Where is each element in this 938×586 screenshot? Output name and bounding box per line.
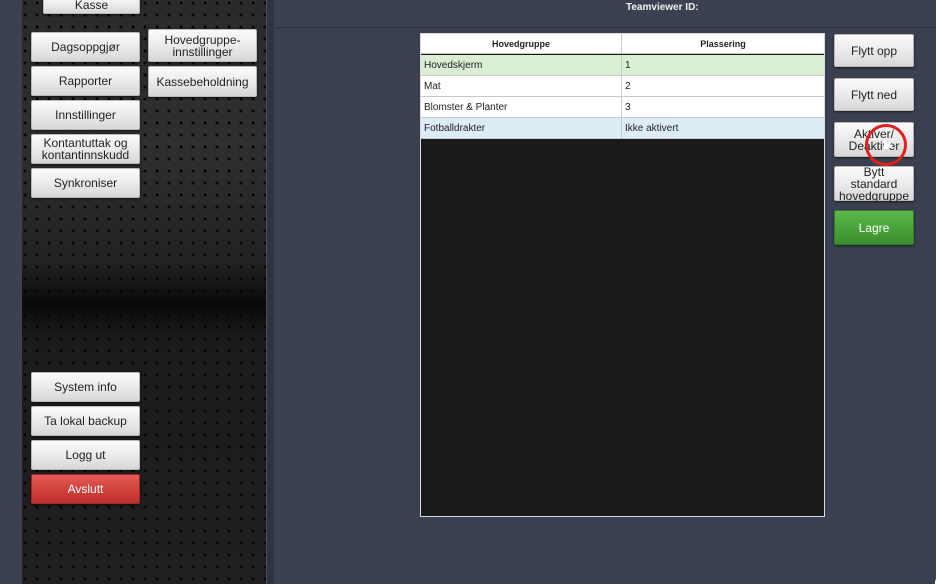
avslutt-button[interactable]: Avslutt	[31, 474, 140, 504]
cell-plassering: Ikke aktivert	[625, 122, 679, 134]
table-header: Hovedgruppe Plassering	[421, 34, 824, 54]
cell-hovedgruppe: Mat	[421, 76, 622, 96]
cell-plassering: 2	[625, 80, 631, 92]
teamviewer-id-label: Teamviewer ID:	[626, 2, 699, 13]
table-row[interactable]: Hovedskjerm 1	[421, 55, 824, 76]
hovedgruppe-table: Hovedgruppe Plassering Hovedskjerm 1 Mat 2 B…	[420, 33, 825, 517]
cell-plassering: 3	[625, 101, 631, 113]
cell-plassering: 1	[625, 59, 631, 71]
kasse-button[interactable]: Kasse	[43, 0, 140, 14]
table-row[interactable]: Fotballdrakter Ikke aktivert	[421, 118, 824, 139]
cell-hovedgruppe: Hovedskjerm	[421, 55, 622, 75]
rapporter-button[interactable]: Rapporter	[31, 66, 140, 96]
lagre-button[interactable]: Lagre	[834, 210, 914, 245]
flytt-opp-button[interactable]: Flytt opp	[834, 34, 914, 67]
bytt-standard-hovedgruppe-button[interactable]: Bytt standard hovedgruppe	[834, 166, 914, 202]
column-header-hovedgruppe: Hovedgruppe	[421, 34, 622, 54]
logg-ut-button[interactable]: Logg ut	[31, 440, 140, 470]
synkroniser-button[interactable]: Synkroniser	[31, 168, 140, 198]
table-row[interactable]: Blomster & Planter 3	[421, 97, 824, 118]
kontantuttak-button[interactable]: Kontantuttak og kontantinnskudd	[31, 134, 140, 164]
cell-hovedgruppe: Fotballdrakter	[421, 118, 622, 138]
dagsoppgjor-button[interactable]: Dagsoppgjør	[31, 32, 140, 62]
column-header-plassering: Plassering	[700, 39, 746, 49]
table-row[interactable]: Mat 2	[421, 76, 824, 97]
flytt-ned-button[interactable]: Flytt ned	[834, 78, 914, 111]
panel-divider	[266, 0, 274, 584]
lokal-backup-button[interactable]: Ta lokal backup	[31, 406, 140, 436]
system-info-button[interactable]: System info	[31, 372, 140, 402]
hovedgruppe-innstillinger-button[interactable]: Hovedgruppe-innstillinger	[148, 29, 257, 62]
left-gutter	[0, 0, 22, 584]
innstillinger-button[interactable]: Innstillinger	[31, 100, 140, 130]
cell-hovedgruppe: Blomster & Planter	[421, 97, 622, 117]
kassebeholdning-button[interactable]: Kassebeholdning	[148, 66, 257, 97]
